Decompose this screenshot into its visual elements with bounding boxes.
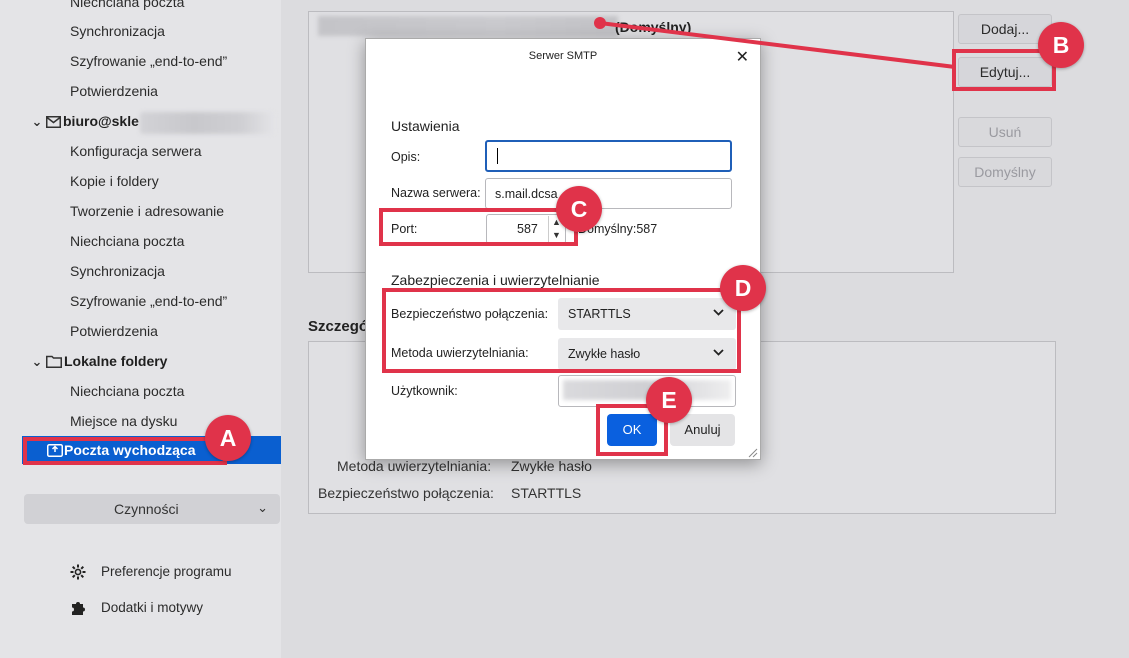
tree-item-receipts[interactable]: Potwierdzenia xyxy=(70,319,158,343)
annotation-badge-a: A xyxy=(205,415,251,461)
tree-item-copies-folders[interactable]: Kopie i foldery xyxy=(70,169,159,193)
server-name-value: s.mail.dcsa xyxy=(495,187,558,201)
annotation-badge-b: B xyxy=(1038,22,1084,68)
detail-security-label: Bezpieczeństwo połączenia: xyxy=(318,485,494,501)
close-icon[interactable]: ✕ xyxy=(736,47,749,67)
detail-auth-value: Zwykłe hasło xyxy=(511,458,592,474)
account-row[interactable]: ⌄ biuro@skle xyxy=(30,109,139,133)
tree-item-e2e-encryption[interactable]: Szyfrowanie „end-to-end” xyxy=(70,49,227,73)
description-label: Opis: xyxy=(391,150,421,164)
local-folders-name: Lokalne foldery xyxy=(64,353,168,369)
annotation-badge-e: E xyxy=(646,377,692,423)
actions-dropdown[interactable]: Czynności ⌄ xyxy=(24,494,280,524)
mail-icon xyxy=(46,111,61,135)
actions-label: Czynności xyxy=(114,501,179,517)
highlight-port xyxy=(379,208,578,246)
tree-item-composition[interactable]: Tworzenie i adresowanie xyxy=(70,199,224,223)
gear-icon xyxy=(70,564,86,587)
chevron-down-icon[interactable]: ⌄ xyxy=(30,110,44,134)
redacted-email xyxy=(140,112,275,134)
default-server-tag: (Domyślny) xyxy=(615,19,692,35)
resize-grip-icon[interactable] xyxy=(746,445,758,458)
details-title: Szczegó xyxy=(308,318,369,335)
settings-section-title: Ustawienia xyxy=(391,118,460,134)
server-name-label: Nazwa serwera: xyxy=(391,186,481,200)
tree-item-receipts[interactable]: Potwierdzenia xyxy=(70,79,158,103)
set-default-button[interactable]: Domyślny xyxy=(958,157,1052,187)
dialog-title: Serwer SMTP xyxy=(528,50,598,62)
remove-server-button[interactable]: Usuń xyxy=(958,117,1052,147)
tree-item-junk-mail[interactable]: Niechciana poczta xyxy=(70,379,184,403)
chevron-down-icon: ⌄ xyxy=(257,500,268,515)
chevron-down-icon[interactable]: ⌄ xyxy=(30,350,44,374)
puzzle-icon xyxy=(70,600,86,623)
tree-item-e2e-encryption[interactable]: Szyfrowanie „end-to-end” xyxy=(70,289,227,313)
server-name-input[interactable]: s.mail.dcsa xyxy=(485,178,732,209)
description-input[interactable] xyxy=(485,140,732,172)
addons-label: Dodatki i motywy xyxy=(101,600,204,615)
account-sidebar: Niechciana poczta Synchronizacja Szyfrow… xyxy=(0,0,281,658)
text-caret xyxy=(497,148,498,164)
annotation-badge-c: C xyxy=(556,186,602,232)
highlight-security xyxy=(382,288,741,373)
account-name: biuro@skle xyxy=(63,113,139,129)
username-label: Użytkownik: xyxy=(391,384,458,398)
annotation-badge-d: D xyxy=(720,265,766,311)
highlight-outgoing-server xyxy=(23,437,227,465)
tree-item-sync[interactable]: Synchronizacja xyxy=(70,19,165,43)
tree-item-disk-space[interactable]: Miejsce na dysku xyxy=(70,409,177,433)
preferences-label: Preferencje programu xyxy=(101,564,232,579)
detail-security-value: STARTTLS xyxy=(511,485,582,501)
folder-icon xyxy=(46,351,62,375)
detail-auth-label: Metoda uwierzytelniania: xyxy=(337,458,492,474)
security-section-title: Zabezpieczenia i uwierzytelnianie xyxy=(391,272,600,288)
redacted-server-entry xyxy=(318,16,618,36)
tree-item-junk-mail[interactable]: Niechciana poczta xyxy=(70,229,184,253)
tree-item-sync[interactable]: Synchronizacja xyxy=(70,259,165,283)
tree-item-junk-mail[interactable]: Niechciana poczta xyxy=(70,0,184,14)
local-folders-row[interactable]: ⌄ Lokalne foldery xyxy=(30,349,168,375)
tree-item-server-config[interactable]: Konfiguracja serwera xyxy=(70,139,202,163)
